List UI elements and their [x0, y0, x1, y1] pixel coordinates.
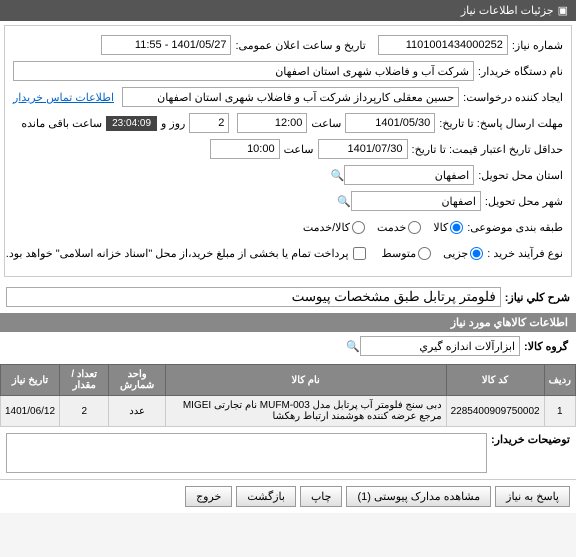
table-row[interactable]: 1 2285400909750002 دبی سنج فلومتر آب پرت…	[1, 396, 576, 427]
notes-label: توضیحات خریدار:	[491, 433, 570, 446]
time-label-2: ساعت	[284, 143, 314, 156]
contact-link[interactable]: اطلاعات تماس خریدار	[13, 91, 114, 104]
validity-date-input[interactable]	[318, 139, 408, 159]
province-label: استان محل تحویل:	[478, 169, 563, 182]
search-icon[interactable]: 🔍	[348, 340, 360, 353]
payment-note: پرداخت تمام یا بخشی از مبلغ خرید،از محل …	[6, 247, 349, 260]
days-input[interactable]	[189, 113, 229, 133]
col-qty: تعداد / مقدار	[60, 365, 109, 396]
creator-label: ایجاد کننده درخواست:	[463, 91, 563, 104]
radio-medium[interactable]: متوسط	[382, 247, 432, 260]
city-input[interactable]	[351, 191, 481, 211]
button-bar: پاسخ به نیاز مشاهده مدارک پیوستی (1) چاپ…	[0, 479, 576, 513]
form-area: شماره نیاز: تاریخ و ساعت اعلان عمومی: نا…	[4, 25, 572, 277]
back-button[interactable]: بازگشت	[236, 486, 296, 507]
need-number-input[interactable]	[378, 35, 508, 55]
reply-button[interactable]: پاسخ به نیاز	[495, 486, 570, 507]
desc-input[interactable]	[6, 287, 501, 307]
city-label: شهر محل تحویل:	[485, 195, 563, 208]
process-label: نوع فرآیند خرید :	[487, 247, 563, 260]
radio-goods[interactable]: کالا	[433, 221, 463, 234]
radio-both[interactable]: کالا/خدمت	[303, 221, 365, 234]
notes-box[interactable]	[6, 433, 487, 473]
remaining-suffix: ساعت باقی مانده	[21, 117, 102, 130]
creator-input[interactable]	[122, 87, 459, 107]
validity-label: حداقل تاریخ اعتبار قیمت: تا تاریخ:	[412, 143, 563, 156]
payment-checkbox[interactable]	[353, 247, 366, 260]
remaining-time: 23:04:09	[106, 116, 157, 131]
and-label: روز و	[161, 117, 185, 130]
col-name: نام کالا	[165, 365, 446, 396]
col-unit: واحد شمارش	[109, 365, 165, 396]
col-date: تاریخ نیاز	[1, 365, 60, 396]
category-label: طبقه بندی موضوعی:	[467, 221, 563, 234]
panel-title: جزئیات اطلاعات نیاز	[461, 4, 554, 17]
info-icon: ▣	[558, 4, 568, 17]
need-number-label: شماره نیاز:	[512, 39, 563, 52]
radio-service[interactable]: خدمت	[377, 221, 421, 234]
search-icon[interactable]: 🔍	[339, 195, 351, 208]
deadline-time-input[interactable]	[237, 113, 307, 133]
desc-label: شرح کلي نياز:	[505, 291, 570, 304]
print-button[interactable]: چاپ	[300, 486, 343, 507]
goods-section-header: اطلاعات کالاهاي مورد نياز	[0, 313, 576, 332]
announce-label: تاریخ و ساعت اعلان عمومی:	[235, 39, 365, 52]
goods-table: ردیف کد کالا نام کالا واحد شمارش تعداد /…	[0, 364, 576, 427]
deadline-label: مهلت ارسال پاسخ: تا تاریخ:	[439, 117, 563, 130]
radio-small[interactable]: جزیی	[443, 247, 483, 260]
province-input[interactable]	[344, 165, 474, 185]
exit-button[interactable]: خروج	[185, 486, 232, 507]
time-label-1: ساعت	[311, 117, 341, 130]
group-label: گروه کالا:	[524, 340, 568, 353]
group-input[interactable]	[360, 336, 520, 356]
col-row: ردیف	[544, 365, 575, 396]
validity-time-input[interactable]	[210, 139, 280, 159]
attachments-button[interactable]: مشاهده مدارک پیوستی (1)	[346, 486, 491, 507]
buyer-label: نام دستگاه خریدار:	[478, 65, 563, 78]
col-code: کد کالا	[446, 365, 544, 396]
deadline-date-input[interactable]	[345, 113, 435, 133]
buyer-input[interactable]	[13, 61, 474, 81]
announce-date-input[interactable]	[101, 35, 231, 55]
search-icon[interactable]: 🔍	[332, 169, 344, 182]
panel-header: ▣ جزئیات اطلاعات نیاز	[0, 0, 576, 21]
